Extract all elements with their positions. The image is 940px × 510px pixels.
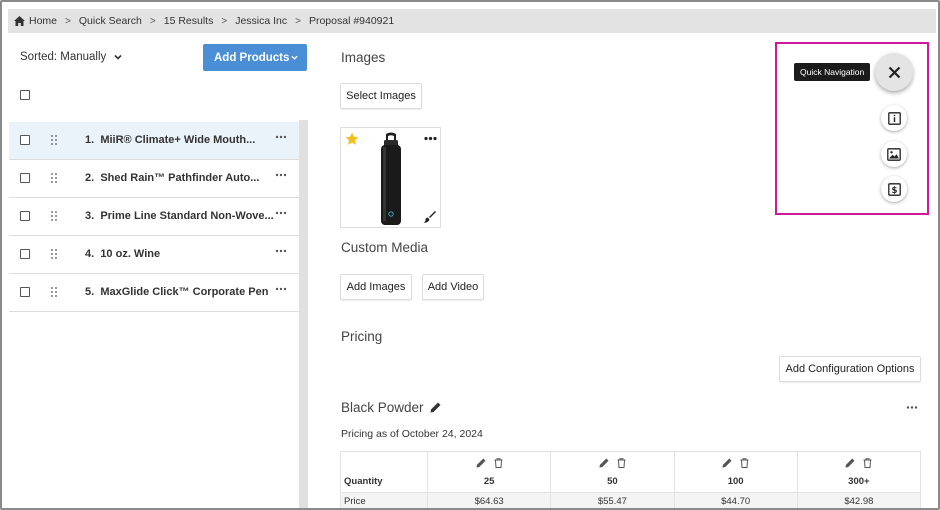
quick-nav-info-button[interactable] <box>881 105 907 131</box>
product-name: 4. 10 oz. Wine <box>85 248 161 260</box>
product-checkbox[interactable] <box>20 249 30 259</box>
quick-nav-pricing-button[interactable]: $ <box>881 176 907 202</box>
configuration-title: Black Powder <box>341 400 441 415</box>
breadcrumb: Home > Quick Search > 15 Results > Jessi… <box>8 9 936 33</box>
breadcrumb-client[interactable]: Jessica Inc <box>235 15 287 27</box>
breadcrumb-separator-icon: > <box>221 15 228 27</box>
add-images-button[interactable]: Add Images <box>340 274 412 300</box>
price-label: Price <box>340 492 428 508</box>
trash-icon[interactable] <box>740 458 749 468</box>
pencil-icon[interactable] <box>722 458 732 468</box>
pricing-date: Pricing as of October 24, 2024 <box>341 428 483 440</box>
pricing-header-row: Quantity 25 50 100 300+ <box>340 451 922 493</box>
configuration-name: Black Powder <box>341 400 424 415</box>
quantity-value: 50 <box>607 476 618 487</box>
svg-text:$: $ <box>891 186 897 196</box>
breadcrumb-quick-search[interactable]: Quick Search <box>79 15 142 27</box>
drag-handle-icon[interactable] <box>51 135 57 145</box>
trash-icon[interactable] <box>494 458 503 468</box>
drag-handle-icon[interactable] <box>51 287 57 297</box>
price-cell[interactable]: $55.47 <box>550 492 675 508</box>
close-icon <box>888 66 900 78</box>
breadcrumb-home[interactable]: Home <box>29 15 57 27</box>
price-cell[interactable]: $64.63 <box>426 492 552 508</box>
product-row[interactable]: 3. Prime Line Standard Non-Wove... <box>9 198 299 236</box>
pencil-icon[interactable] <box>599 458 609 468</box>
more-options-icon[interactable] <box>275 172 287 178</box>
more-options-icon[interactable] <box>275 210 287 216</box>
product-image-card[interactable] <box>340 127 441 228</box>
drag-handle-icon[interactable] <box>51 173 57 183</box>
product-row[interactable]: 4. 10 oz. Wine <box>9 236 299 274</box>
chevron-down-icon <box>291 55 298 60</box>
product-list-scrollbar[interactable] <box>299 120 308 508</box>
quick-navigation-tooltip: Quick Navigation <box>794 63 871 81</box>
image-icon <box>887 147 901 161</box>
images-title: Images <box>341 50 386 65</box>
pricing-table: Quantity 25 50 100 300+ Price $64.63 $55… <box>340 451 922 508</box>
product-name: 2. Shed Rain™ Pathfinder Auto... <box>85 172 260 184</box>
more-options-icon[interactable] <box>275 248 287 254</box>
quantity-value: 25 <box>483 476 495 487</box>
more-options-icon[interactable] <box>275 134 287 140</box>
more-options-icon[interactable] <box>424 136 437 141</box>
pencil-icon[interactable] <box>476 458 486 468</box>
product-row[interactable]: 5. MaxGlide Click™ Corporate Pen <box>9 274 299 312</box>
breadcrumb-separator-icon: > <box>65 15 71 27</box>
chevron-down-icon <box>114 54 122 60</box>
drag-handle-icon[interactable] <box>51 249 57 259</box>
breadcrumb-separator-icon: > <box>149 15 156 27</box>
trash-icon[interactable] <box>617 458 626 468</box>
info-icon <box>887 111 901 125</box>
product-name: 5. MaxGlide Click™ Corporate Pen <box>85 286 269 298</box>
breadcrumb-results[interactable]: 15 Results <box>164 15 214 27</box>
product-checkbox[interactable] <box>20 287 30 297</box>
quantity-column-header: 300+ <box>796 451 922 493</box>
product-checkbox[interactable] <box>20 173 30 183</box>
product-list: 1. MiiR® Climate+ Wide Mouth... 2. Shed … <box>9 122 299 312</box>
water-bottle-image <box>381 132 401 225</box>
pencil-icon[interactable] <box>430 402 441 413</box>
product-checkbox[interactable] <box>20 135 30 145</box>
select-all-checkbox[interactable] <box>20 90 30 100</box>
quick-nav-images-button[interactable] <box>881 141 907 167</box>
sort-dropdown[interactable]: Sorted: Manually <box>20 51 122 63</box>
quantity-value: 100 <box>727 476 744 487</box>
quantity-column-header: 100 <box>673 451 798 493</box>
home-icon <box>14 16 25 26</box>
pricing-title: Pricing <box>341 329 383 344</box>
product-row[interactable]: 1. MiiR® Climate+ Wide Mouth... <box>9 122 299 160</box>
trash-icon[interactable] <box>863 458 872 468</box>
add-products-button[interactable]: Add Products <box>203 44 307 71</box>
product-checkbox[interactable] <box>20 211 30 221</box>
quantity-column-header: 50 <box>550 451 675 493</box>
drag-handle-icon[interactable] <box>51 211 57 221</box>
price-row: Price $64.63 $55.47 $44.70 $42.98 <box>340 492 922 508</box>
quantity-value: 300+ <box>848 476 870 487</box>
product-row[interactable]: 2. Shed Rain™ Pathfinder Auto... <box>9 160 299 198</box>
add-video-button[interactable]: Add Video <box>422 274 484 300</box>
app-window: Home > Quick Search > 15 Results > Jessi… <box>0 0 940 510</box>
sort-label: Sorted: Manually <box>20 51 107 63</box>
price-cell[interactable]: $42.98 <box>796 492 922 508</box>
star-icon[interactable] <box>345 132 359 146</box>
price-cell[interactable]: $44.70 <box>673 492 798 508</box>
product-name: 3. Prime Line Standard Non-Wove... <box>85 210 274 222</box>
breadcrumb-separator-icon: > <box>295 15 301 27</box>
edit-brush-icon[interactable] <box>423 210 436 223</box>
add-products-label: Add Products <box>214 51 290 64</box>
product-name: 1. MiiR® Climate+ Wide Mouth... <box>85 134 256 146</box>
pencil-icon[interactable] <box>845 458 855 468</box>
more-options-icon[interactable] <box>906 405 918 410</box>
dollar-icon: $ <box>887 182 901 196</box>
select-images-button[interactable]: Select Images <box>340 83 422 109</box>
quick-navigation-close-button[interactable] <box>875 53 913 91</box>
quantity-label: Quantity <box>340 451 428 493</box>
more-options-icon[interactable] <box>275 286 287 292</box>
quantity-column-header: 25 <box>426 451 552 493</box>
breadcrumb-proposal: Proposal #940921 <box>308 15 395 27</box>
add-configuration-options-button[interactable]: Add Configuration Options <box>779 356 921 382</box>
custom-media-title: Custom Media <box>341 240 429 255</box>
